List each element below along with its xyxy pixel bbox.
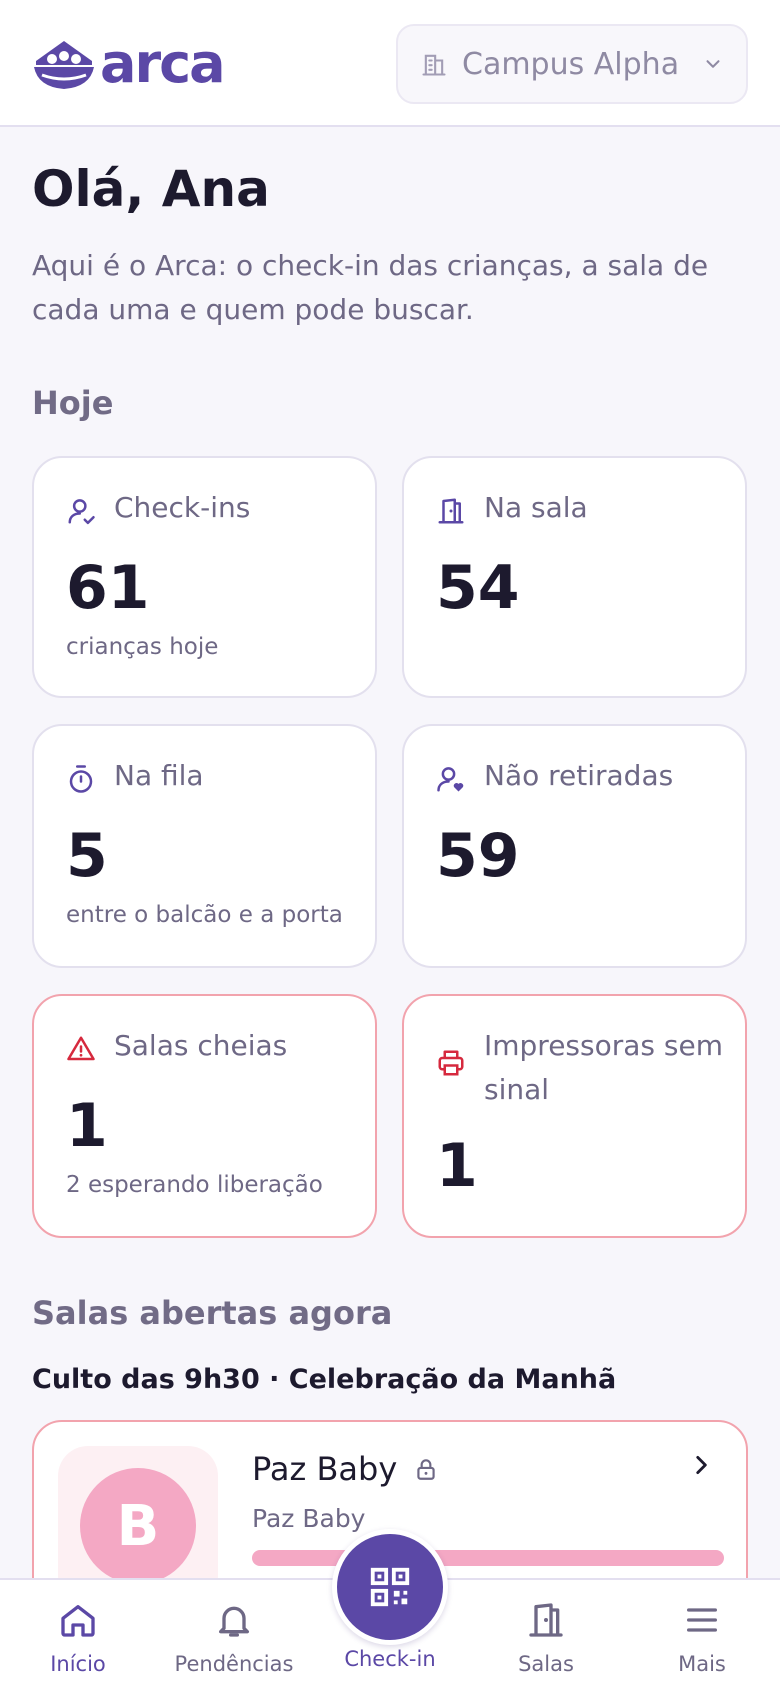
stat-value: 54 [436,553,520,623]
nav-item-rooms[interactable]: Salas [476,1600,616,1676]
nav-item-more[interactable]: Mais [632,1600,772,1676]
menu-icon [687,1608,717,1632]
stat-card-queue[interactable]: Na fila 5 entre o balcão e a porta [32,724,377,968]
stat-label: Na sala [484,491,588,524]
stat-value: 1 [66,1091,108,1161]
chevron-right-icon[interactable] [688,1452,714,1478]
user-check-icon [68,499,95,525]
section-title-open-rooms: Salas abertas agora [32,1294,393,1332]
stat-label: Impressoras sem sinal [484,1029,723,1106]
lock-icon [417,1459,435,1480]
stat-card-printers-offline[interactable]: Impressoras sem sinal 1 [402,994,747,1238]
nav-item-home[interactable]: Início [8,1600,148,1676]
stat-card-full-rooms[interactable]: Salas cheias 1 2 esperando liberação [32,994,377,1238]
stat-subtitle: 2 esperando liberação [66,1172,323,1198]
brand-name: arca [100,32,226,95]
room-name-text: Paz Baby [252,1450,398,1488]
chevron-down-icon [706,60,720,68]
room-name: Paz Baby [252,1450,439,1488]
stat-value: 59 [436,821,520,891]
nav-item-pending[interactable]: Pendências [164,1600,304,1676]
arca-logo[interactable]: arca [32,32,226,95]
stat-card-in-room[interactable]: Na sala 54 [402,456,747,698]
qr-code-icon [370,1567,410,1607]
section-title-today: Hoje [32,384,114,422]
door-icon [529,1603,563,1637]
stat-card-checkins[interactable]: Check-ins 61 crianças hoje [32,456,377,698]
room-avatar: B [80,1468,196,1584]
stat-value: 61 [66,553,150,623]
nav-label: Salas [518,1652,574,1676]
stat-label: Na fila [114,759,204,792]
checkin-fab-button[interactable] [332,1529,448,1645]
warning-icon [67,1036,95,1061]
room-subtitle: Paz Baby [252,1504,366,1533]
user-heart-icon [437,767,464,792]
building-icon [422,54,446,76]
printer-icon [438,1050,464,1076]
campus-selector[interactable]: Campus Alpha [396,24,748,104]
room-occupancy-bar [252,1550,724,1566]
service-title: Culto das 9h30 · Celebração da Manhã [32,1364,617,1395]
checkin-fab-label[interactable]: Check-in [320,1647,460,1671]
stat-value: 5 [66,821,108,891]
stat-subtitle: crianças hoje [66,634,219,660]
timer-icon [69,765,93,793]
nav-label: Pendências [174,1652,294,1676]
stat-label: Check-ins [114,491,251,524]
ark-logo-icon [34,41,94,89]
nav-label: Início [50,1652,106,1676]
campus-name: Campus Alpha [462,46,680,82]
home-icon [61,1605,95,1637]
intro-text: Aqui é o Arca: o check-in das crianças, … [32,249,709,326]
nav-label: Mais [678,1652,726,1676]
stat-label: Não retiradas [484,759,674,792]
door-icon [438,498,464,524]
stat-label: Salas cheias [114,1029,288,1062]
stat-card-not-picked-up[interactable]: Não retiradas 59 [402,724,747,968]
bell-icon [219,1606,249,1637]
stat-value: 1 [436,1131,478,1201]
greeting-title: Olá, Ana [32,160,270,218]
stat-subtitle: entre o balcão e a porta [66,902,343,928]
app-header: arca Campus Alpha [0,0,780,127]
